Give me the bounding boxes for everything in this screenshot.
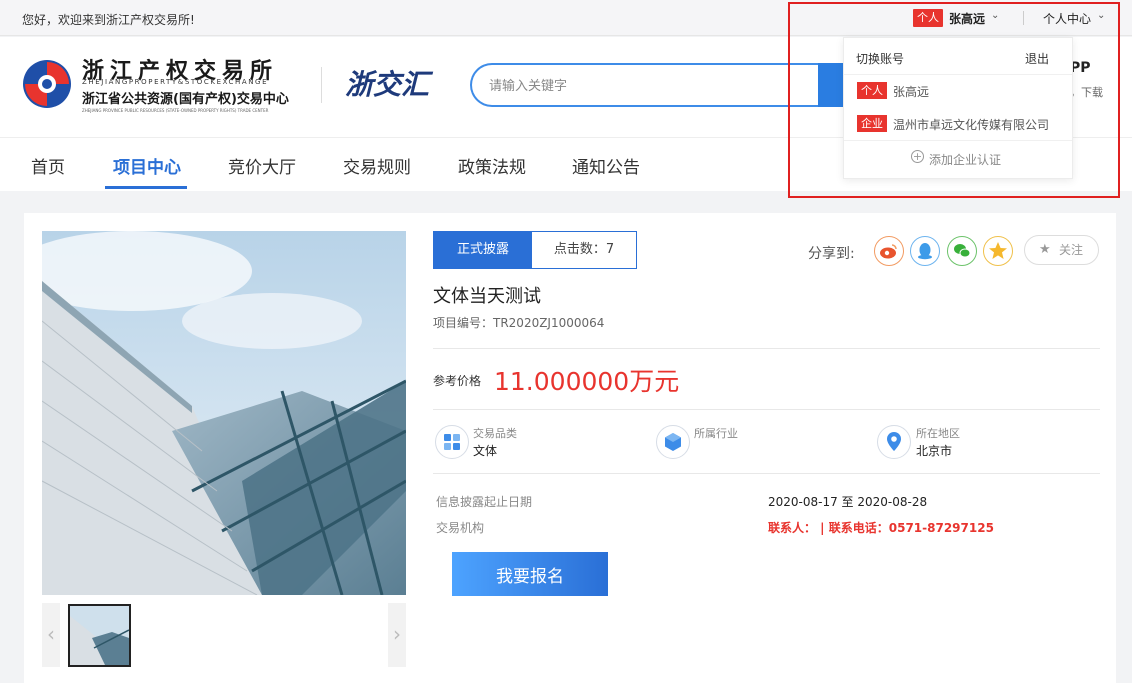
divider bbox=[844, 74, 1072, 75]
nav-item-project-center[interactable]: 项目中心 bbox=[113, 153, 181, 178]
project-main-image bbox=[42, 231, 406, 595]
top-bar: 您好，欢迎来到浙江产权交易所! 个人 张高远 ⌄ 个人中心 ⌄ bbox=[0, 0, 1132, 36]
account-type-badge: 企业 bbox=[857, 115, 887, 132]
attr-region-label: 所在地区 bbox=[916, 427, 960, 440]
logo-icon[interactable] bbox=[22, 59, 72, 109]
qq-icon[interactable] bbox=[910, 236, 940, 266]
follow-button[interactable]: ★ 关注 bbox=[1024, 235, 1099, 265]
divider bbox=[433, 409, 1100, 410]
disclosure-date-value: 2020-08-17 至 2020-08-28 bbox=[768, 495, 928, 509]
attr-region-value: 北京市 bbox=[916, 444, 953, 458]
industry-icon bbox=[656, 425, 690, 459]
location-icon bbox=[877, 425, 911, 459]
divider bbox=[321, 67, 322, 103]
nav-item-bidding-hall[interactable]: 竞价大厅 bbox=[228, 153, 296, 178]
chevron-down-icon[interactable]: ⌄ bbox=[991, 10, 999, 21]
apply-button[interactable]: 我要报名 bbox=[452, 552, 608, 596]
nav-item-policies[interactable]: 政策法规 bbox=[458, 153, 526, 178]
chevron-down-icon[interactable]: ⌄ bbox=[1097, 10, 1105, 21]
nav-active-indicator bbox=[105, 186, 187, 189]
attr-category-value: 文体 bbox=[473, 444, 498, 458]
price-label: 参考价格 bbox=[433, 374, 482, 388]
app-label: PP bbox=[1070, 60, 1091, 76]
user-type-badge: 个人 bbox=[913, 9, 943, 27]
follow-label: 关注 bbox=[1059, 243, 1084, 257]
thumb-next-button[interactable]: › bbox=[388, 603, 406, 667]
switch-account-label: 切换账号 bbox=[856, 52, 905, 66]
wechat-icon[interactable] bbox=[947, 236, 977, 266]
thumb-prev-button[interactable]: ‹ bbox=[42, 603, 60, 667]
thumbnail-image[interactable] bbox=[68, 604, 131, 667]
logout-button[interactable]: 退出 bbox=[1025, 50, 1049, 67]
app-download-text: ，下载 bbox=[1070, 86, 1103, 99]
divider bbox=[433, 348, 1100, 349]
add-circle-icon[interactable]: + bbox=[911, 150, 924, 163]
personal-center-menu[interactable]: 个人中心 bbox=[1043, 10, 1091, 27]
account-item-personal[interactable]: 张高远 bbox=[893, 83, 929, 100]
disclosure-tabs: 正式披露 点击数：7 bbox=[433, 231, 637, 269]
project-number: 项目编号：TR2020ZJ1000064 bbox=[433, 316, 605, 330]
welcome-text: 您好，欢迎来到浙江产权交易所! bbox=[22, 13, 195, 27]
logo-subtitle-english: ZHEJIANG PROVINCE PUBLIC RESOURCES (STAT… bbox=[82, 108, 269, 113]
project-title: 文体当天测试 bbox=[433, 286, 541, 307]
user-name-menu[interactable]: 张高远 bbox=[949, 10, 985, 27]
logo-english: ZHEJIANGPROPERTY&STOCKEXCHANGE bbox=[82, 78, 269, 86]
price-value: 11.000000万元 bbox=[494, 367, 680, 396]
category-icon bbox=[435, 425, 469, 459]
weibo-icon[interactable] bbox=[874, 236, 904, 266]
divider bbox=[433, 473, 1100, 474]
divider bbox=[1023, 11, 1024, 25]
share-label: 分享到: bbox=[808, 246, 855, 262]
zhejiaohui-logo[interactable]: 浙交汇 bbox=[345, 63, 429, 103]
account-item-enterprise[interactable]: 温州市卓远文化传媒有限公司 bbox=[893, 116, 1049, 133]
contact-info: 联系人： | 联系电话：0571-87297125 bbox=[768, 521, 994, 535]
search-input[interactable] bbox=[470, 63, 830, 107]
trading-org-label: 交易机构 bbox=[436, 521, 485, 535]
nav-item-trading-rules[interactable]: 交易规则 bbox=[343, 153, 411, 178]
attr-industry-label: 所属行业 bbox=[694, 427, 738, 440]
divider bbox=[844, 140, 1072, 141]
logo-subtitle: 浙江省公共资源(国有产权)交易中心 bbox=[82, 92, 289, 107]
qzone-icon[interactable] bbox=[983, 236, 1013, 266]
nav-item-notices[interactable]: 通知公告 bbox=[572, 153, 640, 178]
account-dropdown: 切换账号 退出 个人 张高远 企业 温州市卓远文化传媒有限公司 + 添加企业认证 bbox=[843, 37, 1073, 179]
attr-category-label: 交易品类 bbox=[473, 427, 517, 440]
nav-item-home[interactable]: 首页 bbox=[31, 153, 65, 178]
star-icon: ★ bbox=[1039, 242, 1051, 257]
tab-formal-disclosure[interactable]: 正式披露 bbox=[434, 232, 532, 268]
add-enterprise-button[interactable]: 添加企业认证 bbox=[929, 151, 1001, 168]
account-type-badge: 个人 bbox=[857, 82, 887, 99]
disclosure-date-label: 信息披露起止日期 bbox=[436, 495, 533, 509]
click-count: 点击数：7 bbox=[553, 242, 615, 257]
